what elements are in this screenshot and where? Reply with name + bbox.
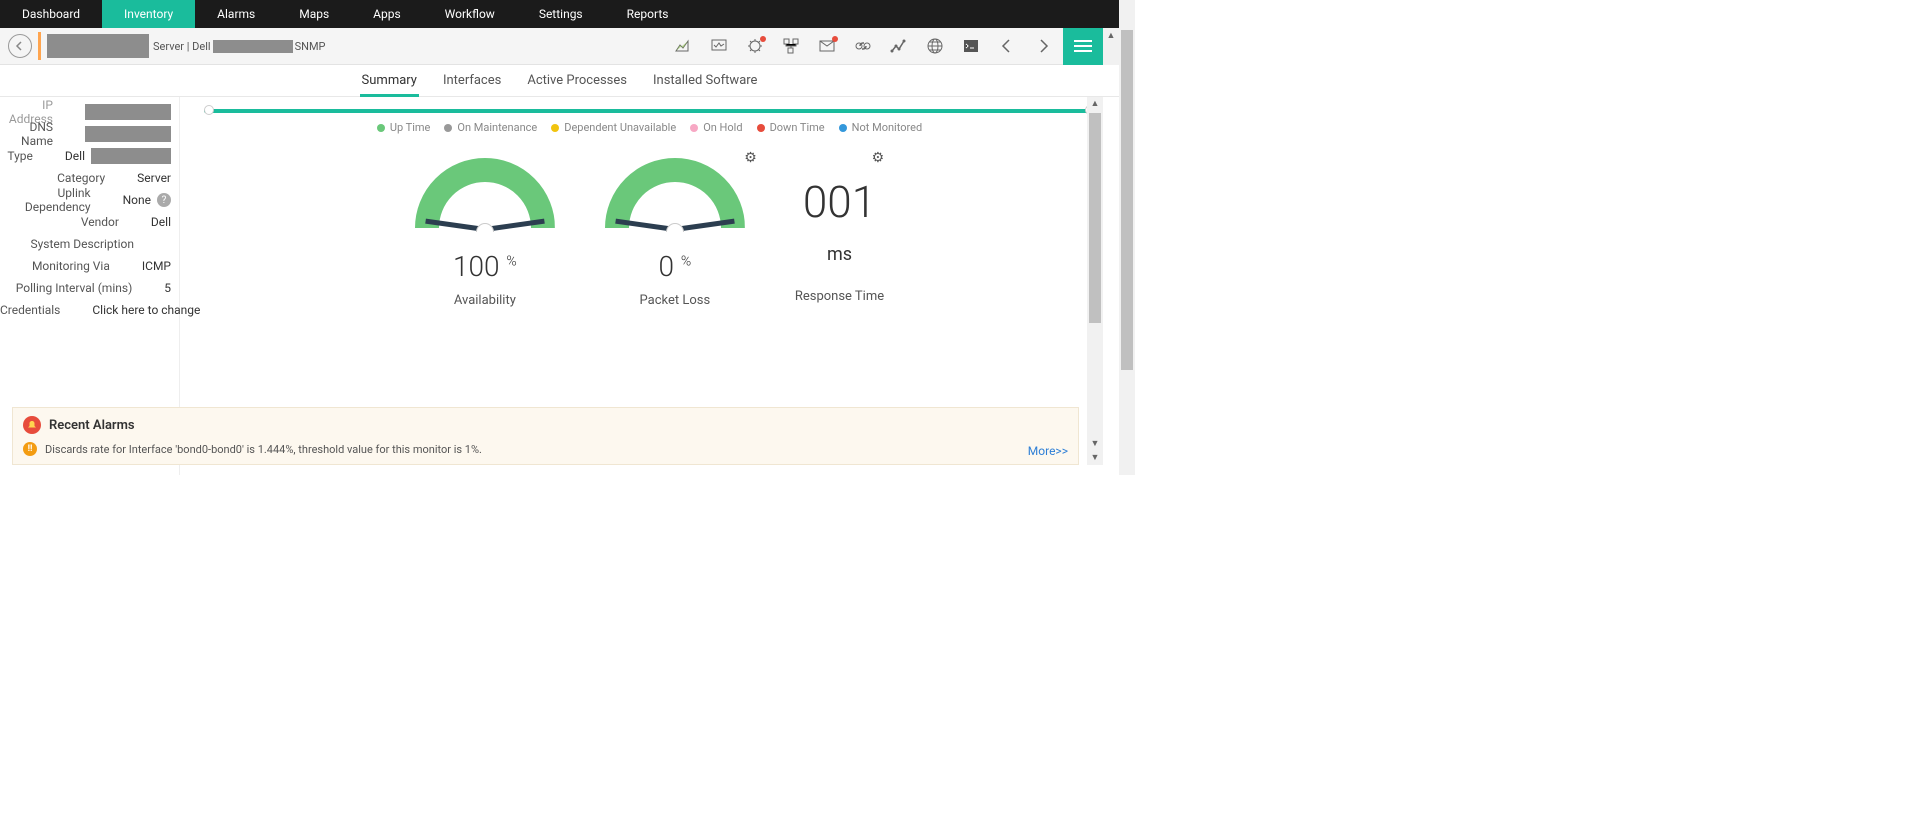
nav-dashboard[interactable]: Dashboard <box>0 0 102 28</box>
legend-dot-notmon <box>839 124 847 132</box>
legend-onmaint: On Maintenance <box>457 121 537 134</box>
scrollbar-top[interactable]: ▲ <box>1103 28 1119 65</box>
legend-dot-depun <box>551 124 559 132</box>
timeline-slider[interactable] <box>204 109 1095 113</box>
uplink-label: Uplink Dependency <box>0 186 107 214</box>
gauge-packetloss: ⚙ 0 % Packet Loss <box>605 158 745 308</box>
monitor-icon[interactable] <box>703 34 735 58</box>
uplink-value: None <box>123 193 151 207</box>
legend-dot-onmaint <box>444 124 452 132</box>
analytics-icon[interactable] <box>883 34 915 58</box>
nav-reports[interactable]: Reports <box>605 0 691 28</box>
monvia-value: ICMP <box>126 259 171 273</box>
breadcrumb-redacted <box>47 34 149 58</box>
nav-settings[interactable]: Settings <box>517 0 605 28</box>
next-icon[interactable] <box>1027 34 1059 58</box>
chevron-left-icon <box>15 41 25 51</box>
poll-label: Polling Interval (mins) <box>0 281 148 295</box>
gauge-options-icon-2[interactable]: ⚙ <box>872 150 885 166</box>
tab-active-processes[interactable]: Active Processes <box>525 65 629 96</box>
category-label: Category <box>0 171 121 185</box>
scroll-up-icon[interactable]: ▲ <box>1087 97 1103 111</box>
warning-icon: !! <box>23 442 37 456</box>
responsetime-unit: ms <box>827 244 852 265</box>
nav-apps[interactable]: Apps <box>351 0 423 28</box>
legend-dot-onhold <box>690 124 698 132</box>
bell-icon <box>23 416 41 434</box>
vendor-value: Dell <box>135 215 171 229</box>
tab-summary[interactable]: Summary <box>360 65 419 96</box>
scroll-thumb[interactable] <box>1089 113 1101 323</box>
alarms-title: Recent Alarms <box>49 418 135 433</box>
gauges: 100 % Availability ⚙ 0 % Packet Loss ⚙ 0… <box>204 158 1095 308</box>
availability-unit: % <box>506 254 516 270</box>
vendor-label: Vendor <box>0 215 135 229</box>
legend-depun: Dependent Unavailable <box>564 121 676 134</box>
toolbar <box>667 34 1063 58</box>
legend-uptime: Up Time <box>390 121 431 134</box>
alarm-message: Discards rate for Interface 'bond0-bond0… <box>45 443 482 456</box>
breadcrumb-suffix: SNMP <box>295 40 326 53</box>
outer-scroll-thumb[interactable] <box>1121 30 1133 370</box>
tabs: Summary Interfaces Active Processes Inst… <box>0 65 1119 97</box>
globe-icon[interactable] <box>919 34 951 58</box>
prev-icon[interactable] <box>991 34 1023 58</box>
legend-notmon: Not Monitored <box>852 121 923 134</box>
type-value: Dell <box>65 149 85 163</box>
availability-value: 100 <box>453 250 500 283</box>
outer-scrollbar[interactable] <box>1119 0 1135 475</box>
devices-icon[interactable] <box>775 34 807 58</box>
nav-workflow[interactable]: Workflow <box>423 0 517 28</box>
recent-alarms-panel: Recent Alarms !! Discards rate for Inter… <box>12 407 1079 465</box>
gauge-availability: 100 % Availability <box>415 158 555 308</box>
ip-redacted <box>85 104 171 120</box>
packetloss-label: Packet Loss <box>640 293 711 308</box>
status-bar-icon <box>38 32 41 60</box>
nav-inventory[interactable]: Inventory <box>102 0 195 28</box>
responsetime-value: 001 <box>803 176 876 228</box>
secondary-bar: Server | Dell SNMP ▲ <box>0 28 1119 65</box>
ip-label: IP Address <box>0 98 69 126</box>
gauge-options-icon[interactable]: ⚙ <box>744 150 757 166</box>
nav-alarms[interactable]: Alarms <box>195 0 277 28</box>
cred-label: Credentials <box>0 303 76 317</box>
legend-down: Down Time <box>770 121 825 134</box>
breadcrumb-prefix: Server | Dell <box>153 40 211 53</box>
packetloss-value: 0 <box>658 250 674 283</box>
dns-redacted <box>85 126 171 142</box>
nav-maps[interactable]: Maps <box>277 0 351 28</box>
category-value: Server <box>121 171 171 185</box>
legend-dot-down <box>757 124 765 132</box>
gauge-responsetime: ⚙ 001 ms Response Time <box>795 158 884 308</box>
legend-onhold: On Hold <box>703 121 742 134</box>
alarm-row[interactable]: !! Discards rate for Interface 'bond0-bo… <box>23 442 1068 456</box>
responsetime-label: Response Time <box>795 289 884 304</box>
top-nav: Dashboard Inventory Alarms Maps Apps Wor… <box>0 0 1119 28</box>
slider-handle-left[interactable] <box>204 105 214 115</box>
chart-area-icon[interactable] <box>667 34 699 58</box>
type-redacted <box>91 148 171 164</box>
type-label: Type <box>0 149 49 163</box>
mail-icon[interactable] <box>811 34 843 58</box>
help-icon[interactable]: ? <box>157 193 171 207</box>
packetloss-unit: % <box>681 254 691 270</box>
terminal-icon[interactable] <box>955 34 987 58</box>
menu-button[interactable] <box>1063 28 1103 65</box>
inner-scrollbar[interactable]: ▲ ▼ ▼ <box>1087 97 1103 465</box>
availability-label: Availability <box>454 293 516 308</box>
scroll-down-icon-2[interactable]: ▼ <box>1087 451 1103 465</box>
back-button[interactable] <box>8 34 32 58</box>
monvia-label: Monitoring Via <box>0 259 126 273</box>
breadcrumb-redacted2 <box>213 40 293 53</box>
scroll-down-icon[interactable]: ▼ <box>1087 437 1103 451</box>
more-link[interactable]: More>> <box>1028 444 1068 458</box>
poll-value: 5 <box>148 281 171 295</box>
tab-installed-software[interactable]: Installed Software <box>651 65 759 96</box>
alert-icon[interactable] <box>739 34 771 58</box>
legend-dot-uptime <box>377 124 385 132</box>
sysdesc-label: System Description <box>0 237 150 251</box>
legend: Up Time On Maintenance Dependent Unavail… <box>204 121 1095 134</box>
tab-interfaces[interactable]: Interfaces <box>441 65 503 96</box>
link-icon[interactable] <box>847 34 879 58</box>
